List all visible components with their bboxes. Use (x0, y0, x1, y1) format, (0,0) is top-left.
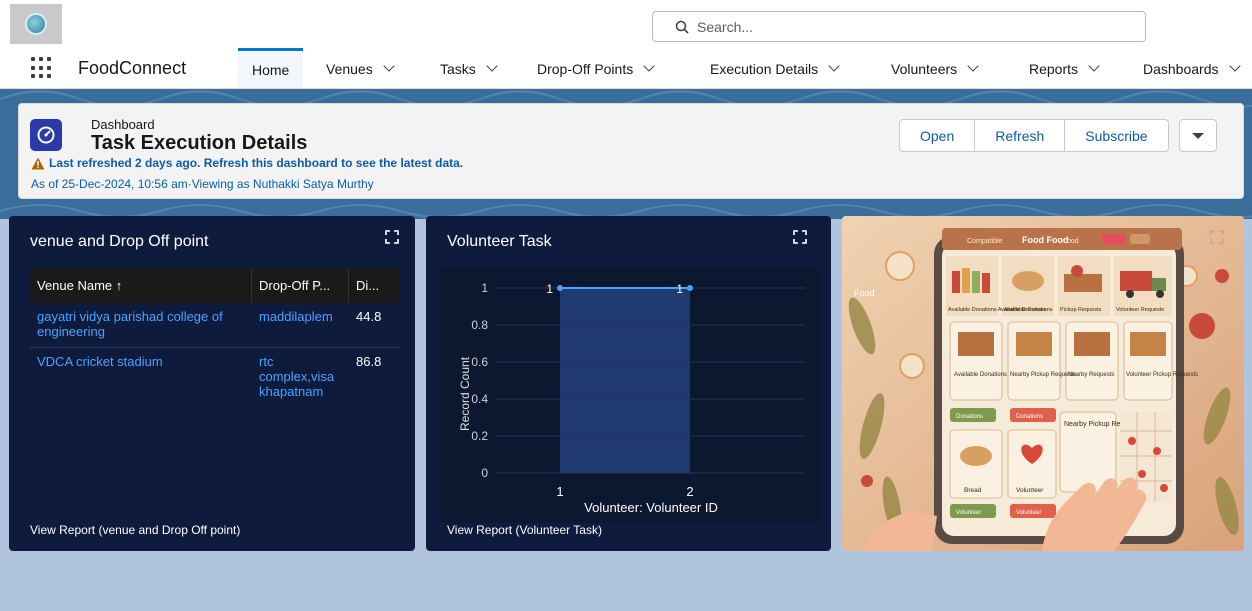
image-tile-label: Volunteer Pickup Requests (1126, 372, 1198, 378)
chevron-down-icon[interactable] (828, 60, 840, 72)
chevron-down-icon[interactable] (1228, 60, 1241, 72)
view-report-link[interactable]: View Report (venue and Drop Off point) (30, 523, 240, 537)
column-header-venue-name[interactable]: Venue Name ↑ (30, 268, 252, 303)
app-launcher-icon[interactable] (30, 56, 54, 80)
image-tile-label: Bread (964, 487, 982, 494)
volunteer-task-widget: Volunteer Task 0 0.2 0.4 0.6 0.8 1 1 2 1 1 Reco… (426, 216, 831, 551)
top-header (0, 0, 1252, 48)
tab-tasks[interactable]: Tasks (440, 48, 498, 88)
table-header: Venue Name ↑ Drop-Off P... Di... (30, 268, 399, 303)
chevron-down-icon[interactable] (486, 60, 498, 72)
tab-drop-off-points[interactable]: Drop-Off Points (537, 48, 655, 88)
logo-icon (25, 13, 47, 35)
warning-icon (31, 157, 45, 169)
y-tick-label: 0.2 (471, 429, 488, 443)
expand-icon[interactable] (385, 230, 399, 244)
x-axis-label: Volunteer: Volunteer ID (584, 500, 718, 515)
dashboard-header: Dashboard Task Execution Details Last re… (18, 103, 1244, 199)
tab-volunteers[interactable]: Volunteers (891, 48, 979, 88)
image-tile-label: Volunteer Requests (1116, 307, 1164, 313)
as-of-timestamp: As of 25-Dec-2024, 10:56 am·Viewing as N… (31, 177, 374, 191)
distance-cell: 44.8 (356, 309, 382, 324)
venue-name-link[interactable]: gayatri vidya parishad college of engine… (30, 309, 245, 339)
page-title: Task Execution Details (91, 132, 308, 154)
refresh-warning-text: Last refreshed 2 days ago. Refresh this … (49, 156, 464, 170)
image-tile-label: Available Donations (954, 372, 1007, 378)
data-point[interactable] (557, 285, 563, 291)
image-button-label: Volunteer (956, 510, 981, 516)
image-tile-label: Volunteer (1016, 487, 1044, 494)
drop-off-point-link[interactable]: maddilaplem (252, 309, 347, 324)
image-button-label: Donations (1016, 414, 1043, 420)
image-header-app: Compatible (967, 238, 1003, 245)
subscribe-button[interactable]: Subscribe (1065, 119, 1169, 152)
search-icon (675, 20, 689, 34)
view-report-link[interactable]: View Report (Volunteer Task) (447, 523, 602, 537)
y-tick-label: 0.8 (471, 318, 488, 332)
dashboard-type-label: Dashboard (91, 117, 155, 132)
global-search[interactable] (652, 11, 1146, 42)
dashboard-actions: Open Refresh Subscribe (899, 119, 1217, 152)
expand-icon[interactable] (1210, 230, 1224, 244)
image-header-suffix: ood (1067, 238, 1079, 245)
tab-venues[interactable]: Venues (326, 48, 395, 88)
caret-down-icon (1191, 132, 1204, 139)
more-actions-button[interactable] (1178, 119, 1217, 152)
distance-cell: 86.8 (356, 354, 382, 369)
column-header-distance[interactable]: Di... (349, 268, 399, 303)
x-tick-label: 2 (686, 484, 693, 499)
y-tick-label: 0 (481, 466, 488, 480)
chevron-down-icon[interactable] (383, 60, 395, 72)
venue-dropoff-widget: venue and Drop Off point Venue Name ↑ Dr… (9, 216, 415, 551)
app-nav-bar: FoodConnect Home Venues Tasks Drop-Off P… (0, 48, 1252, 89)
image-tile-label: Nearby Requests (1068, 372, 1114, 378)
tab-execution-details[interactable]: Execution Details (710, 48, 840, 88)
y-tick-label: 0.6 (471, 355, 488, 369)
volunteer-task-chart: 0 0.2 0.4 0.6 0.8 1 1 2 1 1 Record Count Volunt… (440, 268, 820, 523)
app-name: FoodConnect (78, 58, 187, 78)
widget-title: venue and Drop Off point (30, 233, 209, 250)
image-tile-label: Available Donations (1004, 307, 1053, 313)
widget-title: Volunteer Task (447, 233, 552, 250)
food-app-illustration: Food Compatible Food Food ood Available … (842, 216, 1244, 551)
data-point[interactable] (687, 285, 693, 291)
y-tick-label: 0.4 (471, 392, 488, 406)
column-header-drop-off-point[interactable]: Drop-Off P... (252, 268, 349, 303)
refresh-warning: Last refreshed 2 days ago. Refresh this … (31, 156, 463, 170)
x-tick-label: 1 (556, 484, 563, 499)
table-row: VDCA cricket stadium rtc complex,visa kh… (30, 348, 399, 418)
tab-home[interactable]: Home (238, 48, 304, 88)
image-button-label: Donations (956, 414, 983, 420)
drop-off-point-link[interactable]: rtc complex,visa khapatnam (252, 354, 347, 399)
org-logo[interactable] (10, 4, 62, 44)
y-axis-label: Record Count (458, 356, 472, 431)
venue-name-link[interactable]: VDCA cricket stadium (30, 354, 245, 369)
side-label: Food (854, 288, 875, 298)
food-app-illustration-widget: Food Compatible Food Food ood Available … (842, 216, 1244, 551)
chevron-down-icon[interactable] (967, 60, 979, 72)
table-row: gayatri vidya parishad college of engine… (30, 303, 399, 348)
refresh-button[interactable]: Refresh (975, 119, 1066, 152)
search-input[interactable] (697, 18, 1117, 35)
image-tile-label: Pickup Requests (1060, 307, 1102, 313)
chart-highlight-band (560, 288, 690, 473)
tab-dashboards[interactable]: Dashboards (1143, 48, 1241, 88)
image-tile-label: Nearby Pickup Requests (1010, 372, 1076, 378)
dashboard-gauge-icon (30, 119, 62, 151)
data-label: 1 (676, 282, 683, 296)
image-button-label: Volunteer (1016, 510, 1041, 516)
data-label: 1 (546, 282, 553, 296)
image-header-title: Food Food (1022, 235, 1068, 245)
tab-reports[interactable]: Reports (1029, 48, 1100, 88)
chevron-down-icon[interactable] (1088, 60, 1100, 72)
expand-icon[interactable] (793, 230, 807, 244)
open-button[interactable]: Open (899, 119, 976, 152)
chevron-down-icon[interactable] (643, 60, 655, 72)
y-tick-label: 1 (481, 281, 488, 295)
data-table: Venue Name ↑ Drop-Off P... Di... gayatri… (30, 268, 399, 418)
